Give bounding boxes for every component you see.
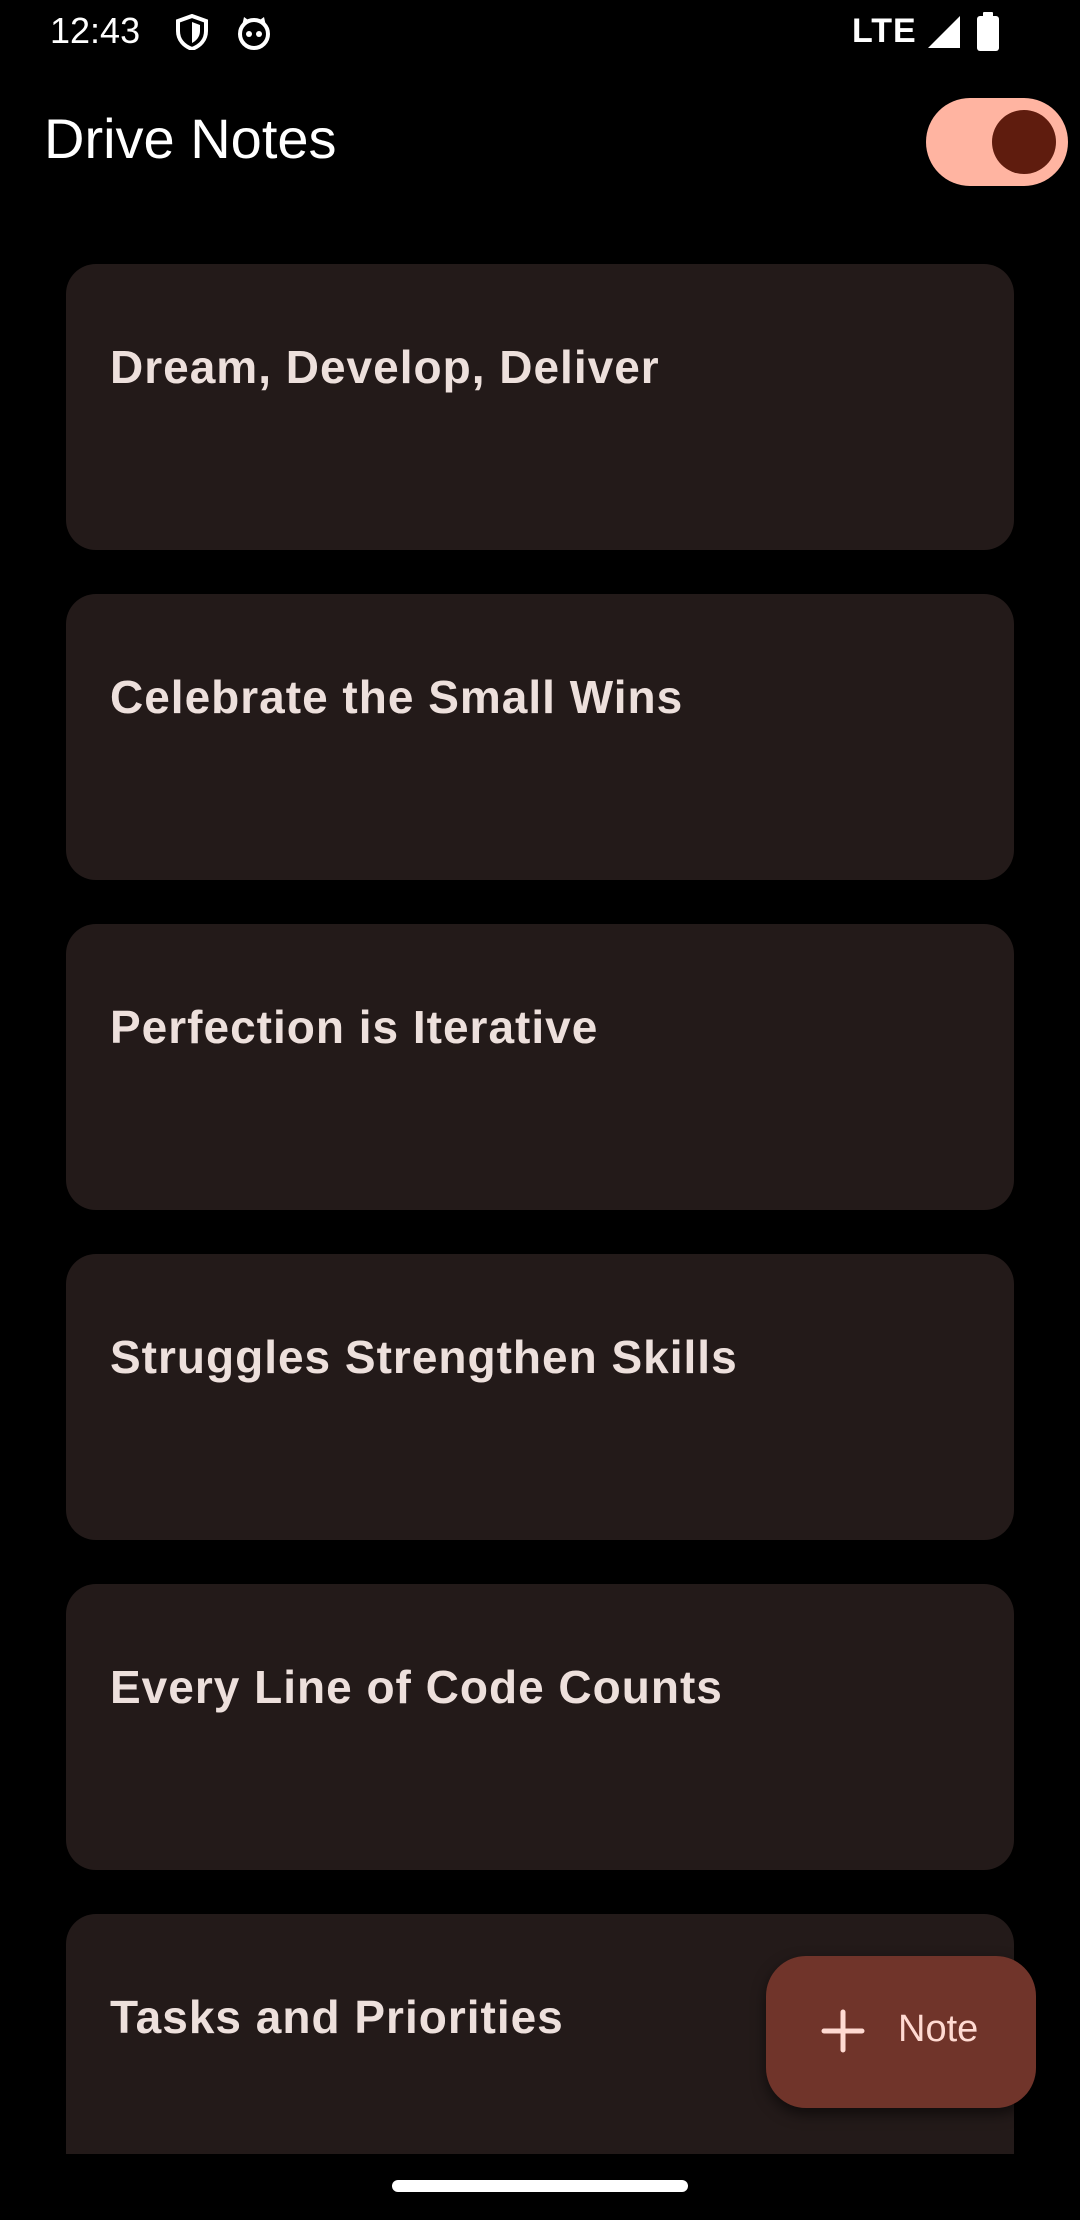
add-note-label: Note	[898, 2008, 979, 2050]
battery-icon	[976, 12, 1000, 52]
note-card[interactable]: Dream, Develop, Deliver	[66, 264, 1014, 550]
notes-list[interactable]: Dream, Develop, Deliver Celebrate the Sm…	[66, 264, 1014, 2154]
note-card[interactable]: Every Line of Code Counts	[66, 1584, 1014, 1870]
plus-icon	[820, 2008, 866, 2054]
app-title: Drive Notes	[44, 107, 337, 170]
note-card[interactable]: Struggles Strengthen Skills	[66, 1254, 1014, 1540]
add-note-button[interactable]: Note	[766, 1956, 1036, 2108]
note-title: Every Line of Code Counts	[110, 1661, 723, 1713]
gesture-handle[interactable]	[392, 2180, 688, 2192]
theme-toggle[interactable]	[926, 98, 1068, 186]
network-type: LTE	[852, 12, 917, 50]
toggle-thumb	[992, 110, 1056, 174]
status-bar: 12:43 LTE	[0, 0, 1080, 64]
note-title: Celebrate the Small Wins	[110, 671, 684, 723]
note-title: Dream, Develop, Deliver	[110, 341, 660, 393]
note-card[interactable]: Perfection is Iterative	[66, 924, 1014, 1210]
note-card[interactable]: Celebrate the Small Wins	[66, 594, 1014, 880]
status-time: 12:43	[50, 10, 141, 51]
note-title: Perfection is Iterative	[110, 1001, 599, 1053]
signal-icon	[926, 14, 962, 50]
cat-icon	[236, 14, 272, 50]
note-title: Struggles Strengthen Skills	[110, 1331, 738, 1383]
shield-icon	[174, 13, 210, 52]
